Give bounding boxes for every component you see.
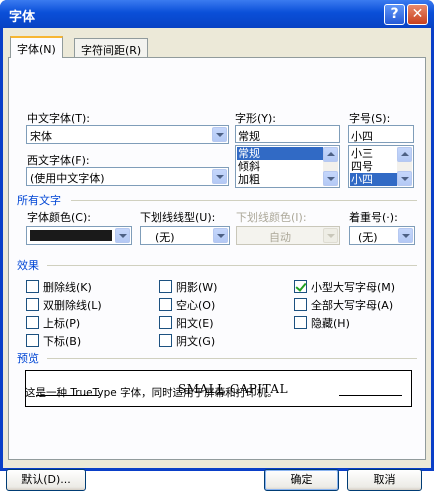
chevron-down-icon[interactable] [115,228,130,243]
font-color-label: 字体颜色(C): [27,211,91,224]
effect-label[interactable]: 小型大写字母(M) [311,279,395,295]
effect-checkbox[interactable] [26,334,39,347]
font-color-combo[interactable] [26,226,132,245]
effect-label[interactable]: 上标(P) [43,315,80,331]
underline-color-label: 下划线颜色(I): [236,211,307,224]
font-size-option[interactable]: 小四 [350,173,397,186]
effect-checkbox[interactable] [26,298,39,311]
scroll-down-icon[interactable] [323,171,338,186]
chevron-down-icon[interactable] [212,169,227,184]
font-style-option[interactable]: 常规 [237,147,323,160]
preview-note: 这是一种 TrueType 字体，同时适用于屏幕和打印机。 [25,387,278,399]
preview-baseline-right [339,395,402,396]
effect-checkbox[interactable] [159,334,172,347]
font-style-option[interactable]: 加粗 [237,173,260,186]
chinese-font-value: 宋体 [30,130,52,143]
effect-label[interactable]: 阴文(G) [176,333,215,349]
effect-checkbox[interactable] [26,316,39,329]
font-dialog-window: 字体 ? ✕ 字体(N) 字符间距(R) 中文字体(T): 宋体 西文字体(F)… [0,0,434,491]
scroll-up-icon[interactable] [323,147,338,162]
effect-label[interactable]: 阳文(E) [176,315,214,331]
emphasis-value: (无) [358,231,378,244]
effect-checkbox[interactable] [159,280,172,293]
effect-checkbox[interactable] [159,298,172,311]
scroll-up-icon[interactable] [397,147,412,162]
effects-heading: 效果 [17,259,39,272]
effect-label[interactable]: 全部大写字母(A) [311,297,393,313]
font-style-value: 常规 [238,130,260,143]
underline-color-value: 自动 [269,231,291,244]
font-size-scrollbar[interactable] [397,147,412,186]
cancel-button[interactable]: 取消 [347,469,422,491]
font-style-list[interactable]: 常规 倾斜 加粗 [235,145,340,188]
chevron-down-icon[interactable] [213,228,228,243]
dialog-client: 字体(N) 字符间距(R) 中文字体(T): 宋体 西文字体(F): (使用中文… [3,28,431,491]
effect-checkbox[interactable] [159,316,172,329]
font-size-input[interactable]: 小四 [348,125,414,143]
effect-label[interactable]: 双删除线(L) [43,297,102,313]
chevron-down-icon [323,228,338,243]
effect-checkbox[interactable] [26,280,39,293]
close-icon[interactable]: ✕ [407,4,428,25]
effect-label[interactable]: 阴影(W) [176,279,217,295]
window-title: 字体 [9,10,36,25]
help-icon[interactable]: ? [384,4,405,25]
effect-label[interactable]: 空心(O) [176,297,215,313]
font-size-option[interactable]: 小三 [350,147,373,160]
scroll-down-icon[interactable] [397,171,412,186]
effect-checkbox[interactable] [294,280,307,293]
section-divider [47,265,417,266]
western-font-label: 西文字体(F): [27,154,90,167]
underline-type-value: (无) [155,231,175,244]
chevron-down-icon[interactable] [398,228,413,243]
font-color-swatch [30,230,112,241]
title-bar[interactable]: 字体 ? ✕ [0,0,434,28]
underline-type-label: 下划线线型(U): [140,211,216,224]
effect-label[interactable]: 删除线(K) [43,279,92,295]
tab-font[interactable]: 字体(N) [10,36,63,58]
all-text-heading: 所有文字 [17,194,61,207]
western-font-combo[interactable]: (使用中文字体) [26,167,229,186]
effect-label[interactable]: 下标(B) [43,333,81,349]
emphasis-label: 着重号(·): [349,211,398,224]
underline-color-combo: 自动 [236,226,340,245]
section-divider [71,200,417,201]
underline-type-combo[interactable]: (无) [140,226,230,245]
tab-character-spacing[interactable]: 字符间距(R) [74,38,149,58]
font-style-scrollbar[interactable] [323,147,338,186]
default-button[interactable]: 默认(D)... [6,469,86,491]
western-font-value: (使用中文字体) [30,172,105,185]
font-style-input[interactable]: 常规 [235,125,340,143]
section-divider [47,358,417,359]
effect-label[interactable]: 隐藏(H) [311,315,350,331]
chevron-down-icon[interactable] [212,127,227,142]
font-size-label: 字号(S): [349,112,391,125]
font-style-label: 字形(Y): [235,112,277,125]
preview-heading: 预览 [17,352,39,365]
chinese-font-combo[interactable]: 宋体 [26,125,229,144]
font-size-option[interactable]: 四号 [350,160,373,173]
ok-button[interactable]: 确定 [264,469,339,491]
font-style-option[interactable]: 倾斜 [237,160,260,173]
effect-checkbox[interactable] [294,298,307,311]
chinese-font-label: 中文字体(T): [27,112,91,125]
font-size-value: 小四 [351,130,373,143]
font-size-list[interactable]: 小三 四号 小四 [348,145,414,188]
emphasis-combo[interactable]: (无) [349,226,415,245]
effect-checkbox[interactable] [294,316,307,329]
